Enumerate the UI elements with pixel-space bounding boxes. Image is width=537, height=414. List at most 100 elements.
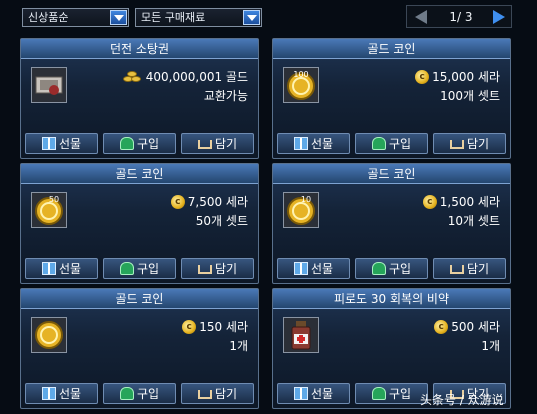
item-sub: 교환가능 bbox=[203, 89, 248, 103]
item-actions: 선물 구입 담기 bbox=[21, 383, 258, 405]
item-price: c 1,500 세라 bbox=[422, 193, 500, 210]
buy-label: 구입 bbox=[388, 262, 412, 276]
top-bar: 신상품순 모든 구매재료 1/ 3 bbox=[0, 0, 537, 34]
gift-button[interactable]: 선물 bbox=[25, 258, 98, 279]
buy-button[interactable]: 구입 bbox=[103, 383, 176, 404]
cart-icon bbox=[197, 390, 212, 399]
cart-button[interactable]: 담기 bbox=[181, 133, 254, 154]
item-price: c 150 세라 bbox=[182, 318, 248, 335]
buy-label: 구입 bbox=[388, 387, 412, 401]
phone-icon bbox=[371, 387, 386, 400]
cart-icon bbox=[449, 265, 464, 274]
gift-button[interactable]: 선물 bbox=[25, 133, 98, 154]
buy-label: 구입 bbox=[136, 262, 160, 276]
gift-icon bbox=[41, 387, 56, 400]
item-actions: 선물 구입 담기 bbox=[21, 258, 258, 280]
item-title: 피로도 30 회복의 비약 bbox=[273, 289, 510, 309]
item-card: 골드 코인 50 c 7,500 세라 50개 셋트 선물 구입 담기 bbox=[20, 163, 259, 284]
cart-label: 담기 bbox=[466, 262, 490, 276]
item-card: 골드 코인 c 150 세라 1개 선물 구입 담기 bbox=[20, 288, 259, 409]
buy-label: 구입 bbox=[388, 137, 412, 151]
item-title: 골드 코인 bbox=[21, 164, 258, 184]
cart-label: 담기 bbox=[466, 137, 490, 151]
item-title: 골드 코인 bbox=[273, 39, 510, 59]
gift-icon bbox=[293, 262, 308, 275]
sera-coin-icon: c bbox=[434, 319, 449, 334]
gold-pile-icon bbox=[122, 70, 143, 83]
cart-button[interactable]: 담기 bbox=[433, 258, 506, 279]
prev-page-icon[interactable] bbox=[415, 10, 427, 24]
gold-coin-icon[interactable]: 50 bbox=[31, 192, 67, 228]
category-dropdown[interactable]: 모든 구매재료 bbox=[135, 8, 262, 27]
item-sub: 1개 bbox=[481, 339, 500, 353]
svg-text:10: 10 bbox=[301, 195, 311, 204]
gift-label: 선물 bbox=[58, 387, 82, 401]
gift-label: 선물 bbox=[310, 387, 334, 401]
gift-label: 선물 bbox=[310, 137, 334, 151]
gold-coin-icon[interactable]: 100 bbox=[283, 67, 319, 103]
item-price: 400,000,001 골드 bbox=[122, 68, 248, 85]
phone-icon bbox=[371, 137, 386, 150]
item-title: 골드 코인 bbox=[273, 164, 510, 184]
cart-button[interactable]: 담기 bbox=[181, 383, 254, 404]
item-title: 골드 코인 bbox=[21, 289, 258, 309]
category-dropdown-value: 모든 구매재료 bbox=[141, 11, 206, 24]
chevron-down-icon[interactable] bbox=[243, 10, 260, 25]
buy-button[interactable]: 구입 bbox=[355, 258, 428, 279]
cart-label: 담기 bbox=[214, 262, 238, 276]
gift-icon bbox=[293, 137, 308, 150]
cart-label: 담기 bbox=[214, 137, 238, 151]
ticket-icon[interactable] bbox=[31, 67, 67, 103]
pager: 1/ 3 bbox=[406, 5, 512, 28]
cart-icon bbox=[197, 140, 212, 149]
gift-icon bbox=[41, 262, 56, 275]
phone-icon bbox=[119, 387, 134, 400]
item-price-text: 7,500 세라 bbox=[187, 195, 248, 209]
cart-button[interactable]: 담기 bbox=[433, 133, 506, 154]
buy-label: 구입 bbox=[136, 137, 160, 151]
cart-icon bbox=[449, 140, 464, 149]
cart-icon bbox=[197, 265, 212, 274]
sera-coin-icon: c bbox=[415, 69, 430, 84]
item-price-text: 400,000,001 골드 bbox=[145, 70, 248, 84]
page-indicator: 1/ 3 bbox=[449, 10, 473, 24]
buy-button[interactable]: 구입 bbox=[355, 133, 428, 154]
gift-button[interactable]: 선물 bbox=[25, 383, 98, 404]
item-card: 던전 소탕권 400,000,001 골드 교환가능 선물 구입 담기 bbox=[20, 38, 259, 159]
next-page-icon[interactable] bbox=[493, 10, 505, 24]
gift-label: 선물 bbox=[58, 137, 82, 151]
gift-label: 선물 bbox=[310, 262, 334, 276]
gold-coin-icon[interactable]: 10 bbox=[283, 192, 319, 228]
item-price-text: 150 세라 bbox=[199, 320, 248, 334]
buy-button[interactable]: 구입 bbox=[355, 383, 428, 404]
item-card: 골드 코인 100 c 15,000 세라 100개 셋트 선물 구입 담기 bbox=[272, 38, 511, 159]
item-actions: 선물 구입 담기 bbox=[21, 133, 258, 155]
gift-button[interactable]: 선물 bbox=[277, 258, 350, 279]
phone-icon bbox=[119, 137, 134, 150]
item-sub: 10개 셋트 bbox=[447, 214, 500, 228]
item-sub: 50개 셋트 bbox=[195, 214, 248, 228]
item-actions: 선물 구입 담기 bbox=[273, 258, 510, 280]
sort-dropdown[interactable]: 신상품순 bbox=[22, 8, 129, 27]
item-price: c 500 세라 bbox=[434, 318, 500, 335]
gift-button[interactable]: 선물 bbox=[277, 383, 350, 404]
gift-button[interactable]: 선물 bbox=[277, 133, 350, 154]
item-price-text: 1,500 세라 bbox=[439, 195, 500, 209]
watermark-text: 头条号 / 众游说 bbox=[420, 393, 504, 407]
gift-label: 선물 bbox=[58, 262, 82, 276]
item-price: c 15,000 세라 bbox=[415, 68, 500, 85]
item-sub: 1개 bbox=[229, 339, 248, 353]
gold-coin-icon[interactable] bbox=[31, 317, 67, 353]
item-actions: 선물 구입 담기 bbox=[273, 133, 510, 155]
buy-button[interactable]: 구입 bbox=[103, 258, 176, 279]
potion-icon[interactable] bbox=[283, 317, 319, 353]
phone-icon bbox=[371, 262, 386, 275]
buy-label: 구입 bbox=[136, 387, 160, 401]
sera-coin-icon: c bbox=[182, 319, 197, 334]
chevron-down-icon[interactable] bbox=[110, 10, 127, 25]
item-title: 던전 소탕권 bbox=[21, 39, 258, 59]
buy-button[interactable]: 구입 bbox=[103, 133, 176, 154]
phone-icon bbox=[119, 262, 134, 275]
gift-icon bbox=[293, 387, 308, 400]
cart-button[interactable]: 담기 bbox=[181, 258, 254, 279]
